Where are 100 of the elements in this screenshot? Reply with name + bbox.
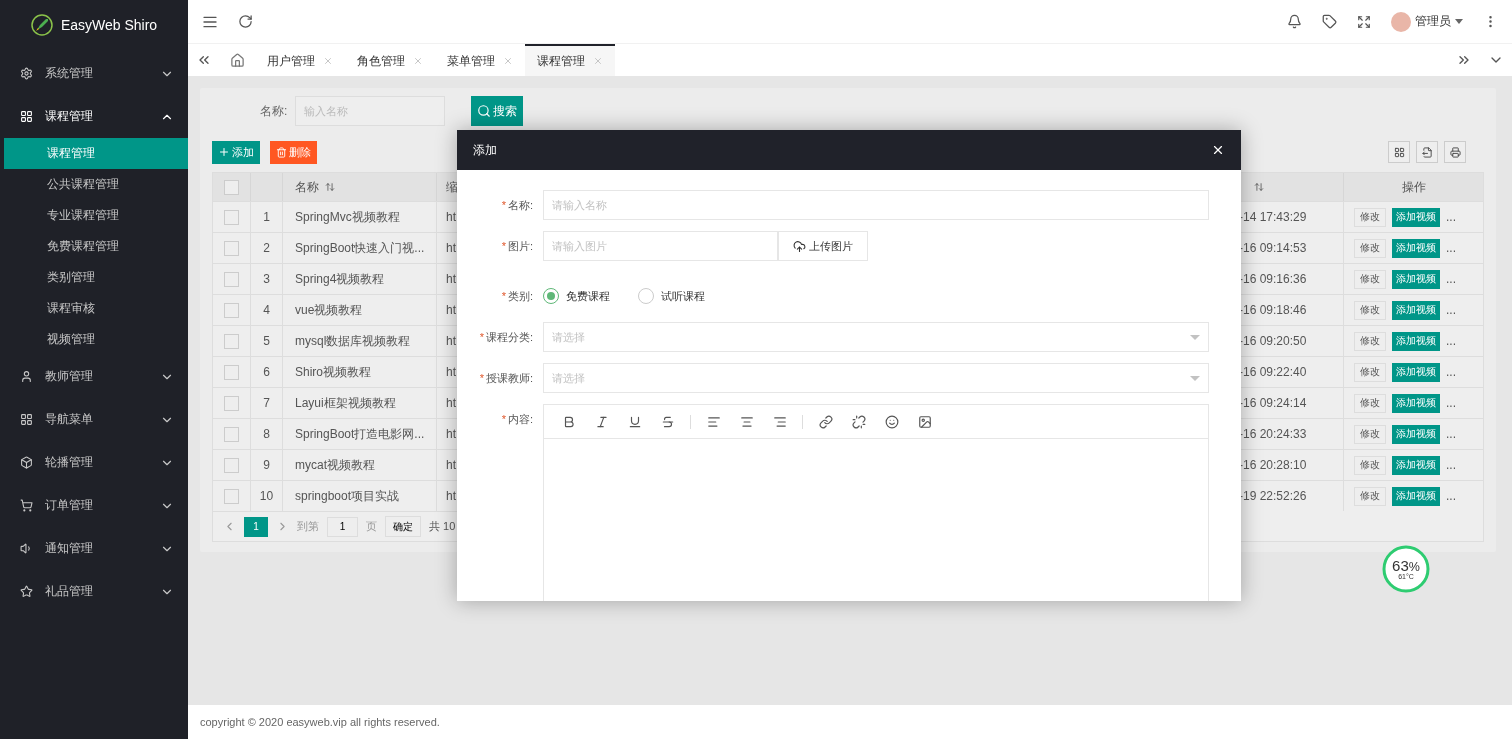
sidebar-menu-item[interactable]: 课程管理	[0, 95, 188, 138]
app-logo-text: EasyWeb Shiro	[60, 17, 158, 33]
sidebar-menu-item[interactable]: 轮播管理	[0, 441, 188, 484]
edit-button[interactable]: 修改	[1354, 300, 1386, 320]
add-button[interactable]: 添加	[212, 140, 260, 164]
row-number: 2	[251, 232, 283, 263]
form-label: 类别:	[507, 289, 533, 304]
more-text[interactable]: ...	[1446, 334, 1456, 348]
add-video-button[interactable]: 添加视频	[1392, 455, 1440, 475]
row-number: 5	[251, 325, 283, 356]
column-label: 缩	[446, 178, 458, 196]
more-text[interactable]: ...	[1446, 365, 1456, 379]
row-number: 10	[251, 480, 283, 511]
goto-label: 到第	[297, 519, 319, 534]
edit-button[interactable]: 修改	[1354, 424, 1386, 444]
menu-label: 订单管理	[45, 497, 94, 514]
row-number: 4	[251, 294, 283, 325]
add-video-button[interactable]: 添加视频	[1392, 207, 1440, 227]
more-text[interactable]: ...	[1446, 458, 1456, 472]
page-tab[interactable]: 用户管理	[255, 44, 345, 76]
row-number: 8	[251, 418, 283, 449]
upload-button[interactable]: 上传图片	[778, 231, 868, 261]
required-mark: *	[479, 330, 484, 345]
more-text[interactable]: ...	[1446, 241, 1456, 255]
radio-option[interactable]: 试听课程	[638, 288, 705, 304]
form-label: 图片:	[507, 239, 533, 254]
table-cell: Layui框架视频教程	[283, 387, 437, 418]
user-menu[interactable]: 管理员	[1391, 11, 1463, 32]
add-video-button[interactable]: 添加视频	[1392, 393, 1440, 413]
edit-button[interactable]: 修改	[1354, 269, 1386, 289]
add-video-button[interactable]: 添加视频	[1392, 300, 1440, 320]
edit-button[interactable]: 修改	[1354, 331, 1386, 351]
sidebar-submenu-item[interactable]: 类别管理	[4, 262, 188, 293]
form-label: 内容:	[507, 412, 533, 427]
tab-label: 用户管理	[267, 52, 315, 70]
table-cell: mysql数据库视频教程	[283, 325, 437, 356]
required-mark: *	[501, 239, 506, 254]
more-text[interactable]: ...	[1446, 396, 1456, 410]
sidebar-menu-item[interactable]: 导航菜单	[0, 398, 188, 441]
radio-label: 试听课程	[661, 288, 705, 304]
sidebar-submenu-item[interactable]: 公共课程管理	[4, 169, 188, 200]
sidebar-menu-item[interactable]: 订单管理	[0, 484, 188, 527]
table-cell: mycat视频教程	[283, 449, 437, 480]
edit-button[interactable]: 修改	[1354, 238, 1386, 258]
add-video-button[interactable]: 添加视频	[1392, 269, 1440, 289]
tab-label: 角色管理	[357, 52, 405, 70]
edit-button[interactable]: 修改	[1354, 393, 1386, 413]
table-cell: SpringBoot打造电影网...	[283, 418, 437, 449]
add-video-button[interactable]: 添加视频	[1392, 331, 1440, 351]
confirm-button[interactable]: 确定	[385, 516, 421, 537]
more-text[interactable]: ...	[1446, 303, 1456, 317]
more-text[interactable]: ...	[1446, 427, 1456, 441]
menu-label: 礼品管理	[45, 583, 94, 600]
sidebar-submenu-item[interactable]: 视频管理	[4, 324, 188, 355]
sidebar-menu-item[interactable]: 教师管理	[0, 355, 188, 398]
page-tab[interactable]: 课程管理	[525, 44, 615, 76]
form-label: 课程分类:	[485, 330, 533, 345]
sidebar-submenu-item[interactable]: 专业课程管理	[4, 200, 188, 231]
menu-label: 课程管理	[45, 108, 94, 125]
required-mark: *	[501, 289, 506, 304]
add-video-button[interactable]: 添加视频	[1392, 362, 1440, 382]
radio-label: 免费课程	[566, 288, 610, 304]
add-video-button[interactable]: 添加视频	[1392, 238, 1440, 258]
sidebar-menu-item[interactable]: 通知管理	[0, 527, 188, 570]
radio-option[interactable]: 免费课程	[543, 288, 610, 304]
edit-button[interactable]: 修改	[1354, 486, 1386, 506]
tab-label: 菜单管理	[447, 52, 495, 70]
sidebar-submenu-item[interactable]: 课程审核	[4, 293, 188, 324]
edit-button[interactable]: 修改	[1354, 207, 1386, 227]
table-cell: SpringBoot快速入门视...	[283, 232, 437, 263]
column-label: 操作	[1401, 178, 1426, 196]
row-number: 1	[251, 201, 283, 232]
page-number[interactable]: 1	[244, 516, 268, 537]
menu-label: 轮播管理	[45, 454, 94, 471]
row-number: 7	[251, 387, 283, 418]
table-cell: Spring4视频教程	[283, 263, 437, 294]
more-text[interactable]: ...	[1446, 272, 1456, 286]
page-tab[interactable]: 菜单管理	[435, 44, 525, 76]
dialog-title: 添加	[473, 141, 497, 159]
add-video-button[interactable]: 添加视频	[1392, 424, 1440, 444]
sidebar-submenu-item[interactable]: 免费课程管理	[4, 231, 188, 262]
more-text[interactable]: ...	[1446, 489, 1456, 503]
form-label: 授课教师:	[485, 371, 533, 386]
page-input[interactable]: 1	[327, 516, 358, 537]
sidebar-menu-item[interactable]: 系统管理	[0, 52, 188, 95]
row-number: 3	[251, 263, 283, 294]
user-name: 管理员	[1415, 13, 1451, 30]
sidebar-submenu-item[interactable]: 课程管理	[4, 138, 188, 169]
page-tab[interactable]: 角色管理	[345, 44, 435, 76]
edit-button[interactable]: 修改	[1354, 362, 1386, 382]
more-text[interactable]: ...	[1446, 210, 1456, 224]
tab-label: 课程管理	[537, 52, 585, 70]
row-number: 6	[251, 356, 283, 387]
search-button[interactable]: 搜索	[471, 96, 524, 126]
edit-button[interactable]: 修改	[1354, 455, 1386, 475]
add-video-button[interactable]: 添加视频	[1392, 486, 1440, 506]
required-mark: *	[479, 371, 484, 386]
table-cell: Shiro视频教程	[283, 356, 437, 387]
total-count: 共 10	[429, 519, 456, 534]
sidebar-menu-item[interactable]: 礼品管理	[0, 570, 188, 613]
